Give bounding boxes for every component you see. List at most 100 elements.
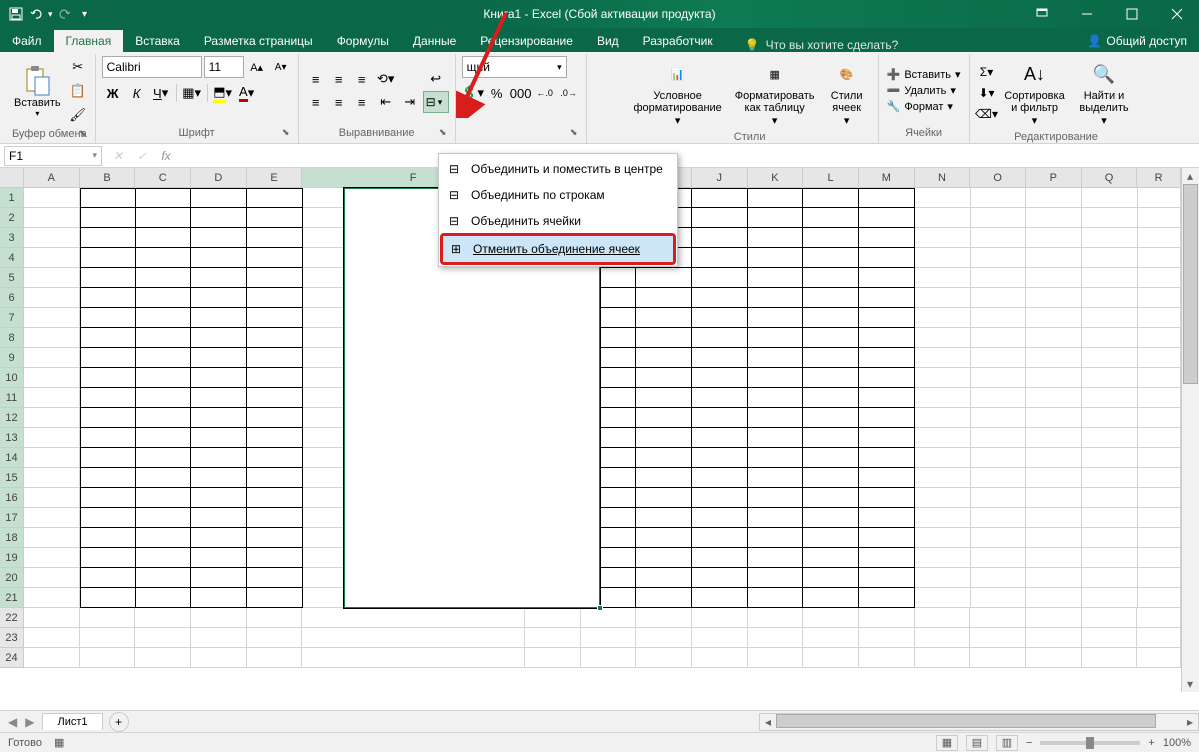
save-icon[interactable] xyxy=(8,6,24,22)
autosum-icon[interactable]: Σ▾ xyxy=(976,62,998,82)
col-header-J[interactable]: J xyxy=(692,168,748,187)
increase-decimal-icon[interactable]: ←.0 xyxy=(534,82,556,104)
vscroll-thumb[interactable] xyxy=(1183,184,1198,384)
fill-color-icon[interactable]: ⬒▾ xyxy=(212,82,234,104)
hscroll-left-icon[interactable]: ◂ xyxy=(760,714,776,730)
tab-developer[interactable]: Разработчик xyxy=(631,30,725,52)
underline-icon[interactable]: Ч▾ xyxy=(150,82,172,104)
italic-icon[interactable]: К xyxy=(126,82,148,104)
row-header-19[interactable]: 19 xyxy=(0,548,24,568)
row-header-10[interactable]: 10 xyxy=(0,368,24,388)
paste-button[interactable]: Вставить ▾ xyxy=(10,63,65,120)
maximize-icon[interactable] xyxy=(1109,0,1154,28)
row-header-15[interactable]: 15 xyxy=(0,468,24,488)
undo-icon[interactable] xyxy=(28,6,44,22)
zoom-slider[interactable] xyxy=(1040,741,1140,745)
font-launcher-icon[interactable]: ⬊ xyxy=(280,127,292,139)
col-header-R[interactable]: R xyxy=(1137,168,1181,187)
format-table-button[interactable]: ▦Форматировать как таблицу▾ xyxy=(730,56,820,129)
align-left-icon[interactable]: ≡ xyxy=(305,91,327,113)
row-header-2[interactable]: 2 xyxy=(0,208,24,228)
add-sheet-button[interactable]: + xyxy=(109,712,129,732)
align-center-icon[interactable]: ≡ xyxy=(328,91,350,113)
conditional-format-button[interactable]: 📊Условное форматирование▾ xyxy=(628,56,728,129)
sheet-nav-last-icon[interactable]: ▶ xyxy=(25,715,34,729)
merge-center-item[interactable]: ⊟ Объединить и поместить в центре xyxy=(441,156,675,182)
font-size-select[interactable] xyxy=(204,56,244,78)
align-middle-icon[interactable]: ≡ xyxy=(328,68,350,90)
sort-filter-button[interactable]: A↓Сортировка и фильтр▾ xyxy=(1000,56,1070,129)
find-select-button[interactable]: 🔍Найти и выделить▾ xyxy=(1072,56,1137,129)
scroll-up-icon[interactable]: ▴ xyxy=(1182,168,1198,184)
page-break-view-icon[interactable]: ▥ xyxy=(996,735,1018,751)
formula-input[interactable] xyxy=(178,146,1199,166)
row-header-18[interactable]: 18 xyxy=(0,528,24,548)
border-icon[interactable]: ▦▾ xyxy=(181,82,203,104)
increase-indent-icon[interactable]: ⇥ xyxy=(399,91,421,113)
row-header-23[interactable]: 23 xyxy=(0,628,24,648)
row-header-16[interactable]: 16 xyxy=(0,488,24,508)
zoom-thumb[interactable] xyxy=(1086,737,1094,749)
row-header-1[interactable]: 1 xyxy=(0,188,24,208)
vertical-scrollbar[interactable]: ▴ ▾ xyxy=(1181,168,1199,692)
hscroll-right-icon[interactable]: ▸ xyxy=(1182,714,1198,730)
font-name-select[interactable] xyxy=(102,56,202,78)
tab-insert[interactable]: Вставка xyxy=(123,30,192,52)
col-header-E[interactable]: E xyxy=(247,168,303,187)
row-header-24[interactable]: 24 xyxy=(0,648,24,668)
row-header-3[interactable]: 3 xyxy=(0,228,24,248)
cell-styles-button[interactable]: 🎨Стили ячеек▾ xyxy=(822,56,872,129)
cancel-formula-icon[interactable]: ✕ xyxy=(106,146,130,166)
format-painter-icon[interactable]: 🖌 xyxy=(67,104,89,126)
row-header-14[interactable]: 14 xyxy=(0,448,24,468)
col-header-O[interactable]: O xyxy=(970,168,1026,187)
hscroll-thumb[interactable] xyxy=(776,714,1156,728)
col-header-C[interactable]: C xyxy=(135,168,191,187)
row-header-21[interactable]: 21 xyxy=(0,588,24,608)
redo-icon[interactable] xyxy=(57,6,73,22)
col-header-A[interactable]: A xyxy=(24,168,80,187)
format-cells-button[interactable]: 🔧Формат▾ xyxy=(885,99,963,114)
enter-formula-icon[interactable]: ✓ xyxy=(130,146,154,166)
tab-file[interactable]: Файл xyxy=(0,30,54,52)
align-bottom-icon[interactable]: ≡ xyxy=(351,68,373,90)
decrease-indent-icon[interactable]: ⇤ xyxy=(375,91,397,113)
row-header-5[interactable]: 5 xyxy=(0,268,24,288)
scroll-down-icon[interactable]: ▾ xyxy=(1182,676,1198,692)
sheet-nav-first-icon[interactable]: ◀ xyxy=(8,715,17,729)
name-box[interactable]: F1▾ xyxy=(4,146,102,166)
copy-icon[interactable]: 📋 xyxy=(67,80,89,102)
decrease-font-icon[interactable]: A▾ xyxy=(270,56,292,78)
col-header-L[interactable]: L xyxy=(803,168,859,187)
tab-formulas[interactable]: Формулы xyxy=(325,30,401,52)
bold-icon[interactable]: Ж xyxy=(102,82,124,104)
cut-icon[interactable]: ✂ xyxy=(67,56,89,78)
col-header-Q[interactable]: Q xyxy=(1082,168,1138,187)
orientation-icon[interactable]: ⟲▾ xyxy=(375,68,397,90)
increase-font-icon[interactable]: A▴ xyxy=(246,56,268,78)
tab-data[interactable]: Данные xyxy=(401,30,468,52)
wrap-text-icon[interactable]: ↩ xyxy=(423,68,449,90)
row-header-20[interactable]: 20 xyxy=(0,568,24,588)
number-format-select[interactable]: щий▾ xyxy=(462,56,567,78)
merge-cells-item[interactable]: ⊟ Объединить ячейки xyxy=(441,208,675,234)
percent-icon[interactable]: % xyxy=(486,82,508,104)
row-header-13[interactable]: 13 xyxy=(0,428,24,448)
tab-review[interactable]: Рецензирование xyxy=(468,30,585,52)
row-header-4[interactable]: 4 xyxy=(0,248,24,268)
currency-icon[interactable]: 💲▾ xyxy=(462,82,484,104)
insert-cells-button[interactable]: ➕Вставить▾ xyxy=(885,67,963,82)
fill-icon[interactable]: ⬇▾ xyxy=(976,83,998,103)
zoom-out-icon[interactable]: − xyxy=(1026,737,1032,749)
macro-record-icon[interactable]: ▦ xyxy=(54,736,64,749)
fx-icon[interactable]: fx xyxy=(154,146,178,166)
decrease-decimal-icon[interactable]: .0→ xyxy=(558,82,580,104)
qat-customize-icon[interactable]: ▾ xyxy=(77,6,93,22)
clear-icon[interactable]: ⌫▾ xyxy=(976,104,998,124)
row-header-11[interactable]: 11 xyxy=(0,388,24,408)
col-header-B[interactable]: B xyxy=(80,168,136,187)
normal-view-icon[interactable]: ▦ xyxy=(936,735,958,751)
row-header-7[interactable]: 7 xyxy=(0,308,24,328)
alignment-launcher-icon[interactable]: ⬊ xyxy=(437,127,449,139)
delete-cells-button[interactable]: ➖Удалить▾ xyxy=(885,83,963,98)
